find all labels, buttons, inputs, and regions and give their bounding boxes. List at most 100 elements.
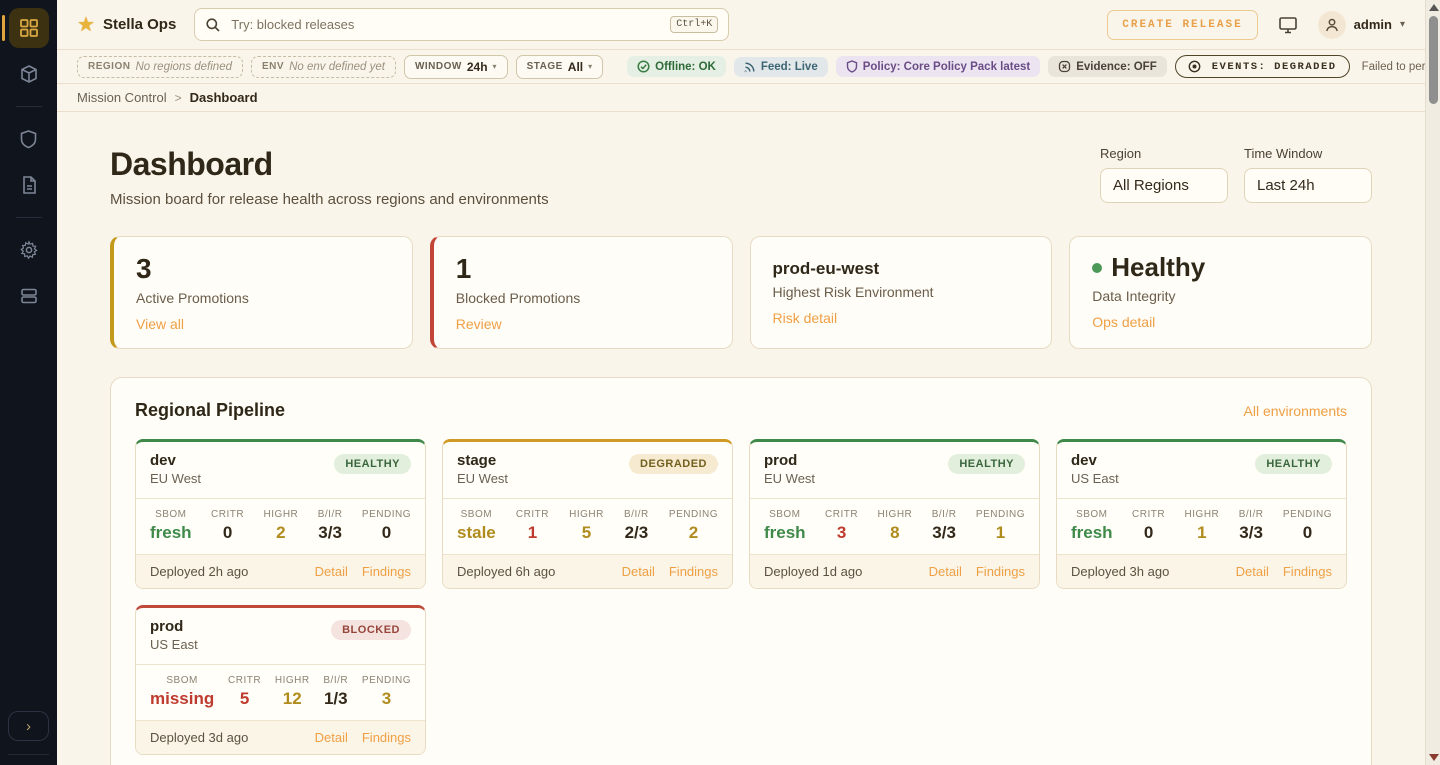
card-header: dev US East HEALTHY: [1057, 442, 1346, 498]
sidebar-item-settings[interactable]: [0, 230, 57, 270]
metric-highr: HIGHR1: [1185, 509, 1220, 543]
environment-name: stage: [457, 452, 508, 469]
breadcrumb-mission-control[interactable]: Mission Control: [77, 90, 167, 105]
metric-critr: CRITR1: [516, 509, 549, 543]
window-filter-pill[interactable]: WINDOW 24h ▾: [404, 55, 508, 79]
stat-card-highest-risk: prod-eu-west Highest Risk Environment Ri…: [750, 236, 1053, 349]
display-mode-button[interactable]: [1278, 16, 1298, 34]
global-search[interactable]: Ctrl+K: [194, 8, 729, 41]
card-footer: Deployed 3h ago Detail Findings: [1057, 555, 1346, 588]
page-title: Dashboard: [110, 146, 549, 183]
risk-detail-link[interactable]: Risk detail: [773, 310, 838, 326]
detail-link[interactable]: Detail: [622, 564, 655, 579]
card-metrics: SBOMmissing CRITR5 HIGHR12 B/I/R1/3 PEND…: [136, 664, 425, 721]
page-header: Dashboard Mission board for release heal…: [110, 146, 1372, 208]
create-release-button[interactable]: CREATE RELEASE: [1107, 10, 1257, 40]
region-name: EU West: [150, 471, 201, 486]
card-links: Detail Findings: [1236, 564, 1332, 579]
scrollbar-up-arrow[interactable]: [1429, 4, 1439, 11]
view-all-link[interactable]: View all: [136, 316, 184, 332]
environment-name: dev: [150, 452, 201, 469]
status-badge: HEALTHY: [1255, 454, 1332, 474]
window-scrollbar[interactable]: [1425, 0, 1440, 765]
sidebar-divider: [16, 106, 42, 107]
card-metrics: SBOMfresh CRITR0 HIGHR1 B/I/R3/3 PENDING…: [1057, 498, 1346, 555]
sidebar-item-dashboard[interactable]: [0, 8, 57, 48]
search-input[interactable]: [231, 17, 660, 32]
findings-link[interactable]: Findings: [1283, 564, 1332, 579]
pipeline-card-prod-eu-west: prod EU West HEALTHY SBOMfresh CRITR3 HI…: [749, 439, 1040, 589]
ops-detail-link[interactable]: Ops detail: [1092, 314, 1155, 330]
review-link[interactable]: Review: [456, 316, 502, 332]
metric-pending: PENDING0: [1283, 509, 1332, 543]
sidebar-item-releases[interactable]: [0, 54, 57, 94]
page-subtitle: Mission board for release health across …: [110, 191, 549, 208]
events-status-text: EVENTS: DEGRADED: [1212, 61, 1337, 73]
metric-pending: PENDING2: [669, 509, 718, 543]
card-env-block: prod EU West: [764, 452, 815, 486]
findings-link[interactable]: Findings: [669, 564, 718, 579]
region-select[interactable]: All Regions: [1100, 168, 1228, 203]
server-stack-icon: [9, 276, 49, 316]
scrollbar-down-arrow[interactable]: [1429, 754, 1439, 761]
findings-link[interactable]: Findings: [976, 564, 1025, 579]
card-footer: Deployed 3d ago Detail Findings: [136, 721, 425, 754]
card-metrics: SBOMfresh CRITR3 HIGHR8 B/I/R3/3 PENDING…: [750, 498, 1039, 555]
stage-filter-pill[interactable]: STAGE All ▾: [516, 55, 604, 79]
metric-critr: CRITR3: [825, 509, 858, 543]
env-pill-label: ENV: [262, 61, 284, 72]
events-target-icon: [1188, 60, 1201, 73]
region-name: US East: [1071, 471, 1119, 486]
stat-value: prod-eu-west: [773, 253, 1030, 279]
offline-status-pill[interactable]: Offline: OK: [627, 56, 726, 77]
metric-bir: B/I/R2/3: [624, 509, 649, 543]
top-header: ★ Stella Ops Ctrl+K CREATE RELEASE admin: [57, 0, 1425, 50]
user-name: admin: [1354, 17, 1392, 32]
card-links: Detail Findings: [929, 564, 1025, 579]
region-filter: Region All Regions: [1100, 146, 1228, 203]
evidence-status-pill[interactable]: Evidence: OFF: [1048, 56, 1167, 77]
detail-link[interactable]: Detail: [315, 564, 348, 579]
region-pill-value: No regions defined: [135, 61, 232, 73]
stat-card-data-integrity: Healthy Data Integrity Ops detail: [1069, 236, 1372, 349]
pipeline-card-dev-eu-west: dev EU West HEALTHY SBOMfresh CRITR0 HIG…: [135, 439, 426, 589]
metric-pending: PENDING0: [362, 509, 411, 543]
scrollbar-thumb[interactable]: [1429, 16, 1438, 104]
metric-bir: B/I/R3/3: [318, 509, 343, 543]
region-context-pill[interactable]: REGION No regions defined: [77, 56, 243, 78]
chevron-down-icon: ▾: [588, 62, 592, 71]
brand[interactable]: ★ Stella Ops: [77, 15, 176, 35]
findings-link[interactable]: Findings: [362, 730, 411, 745]
events-status-pill[interactable]: EVENTS: DEGRADED: [1175, 55, 1350, 78]
metric-sbom: SBOMfresh: [764, 509, 806, 543]
sidebar-collapse-button[interactable]: ›: [8, 711, 49, 741]
status-badge: DEGRADED: [629, 454, 718, 474]
status-badge: BLOCKED: [331, 620, 411, 640]
sidebar-item-security[interactable]: [0, 119, 57, 159]
monitor-icon: [1278, 16, 1298, 34]
policy-status-pill[interactable]: Policy: Core Policy Pack latest: [836, 56, 1040, 77]
metric-critr: CRITR0: [211, 509, 244, 543]
all-environments-link[interactable]: All environments: [1244, 403, 1348, 419]
detail-link[interactable]: Detail: [929, 564, 962, 579]
sidebar-item-documents[interactable]: [0, 165, 57, 205]
policy-status-text: Policy: Core Policy Pack latest: [863, 61, 1030, 73]
feed-status-pill[interactable]: Feed: Live: [734, 57, 828, 77]
findings-link[interactable]: Findings: [362, 564, 411, 579]
sidebar-item-infrastructure[interactable]: [0, 276, 57, 316]
sidebar-bottom-divider: [8, 754, 49, 755]
status-badge: HEALTHY: [334, 454, 411, 474]
detail-link[interactable]: Detail: [1236, 564, 1269, 579]
detail-link[interactable]: Detail: [315, 730, 348, 745]
stat-card-blocked-promotions: 1 Blocked Promotions Review: [430, 236, 733, 349]
metric-sbom: SBOMfresh: [1071, 509, 1113, 543]
pipeline-cards: dev EU West HEALTHY SBOMfresh CRITR0 HIG…: [135, 439, 1347, 755]
time-window-select[interactable]: Last 24h: [1244, 168, 1372, 203]
card-header: prod EU West HEALTHY: [750, 442, 1039, 498]
user-menu[interactable]: admin ▾: [1318, 11, 1405, 39]
pipeline-card-prod-us-east: prod US East BLOCKED SBOMmissing CRITR5 …: [135, 605, 426, 755]
env-context-pill[interactable]: ENV No env defined yet: [251, 56, 396, 78]
panel-header: Regional Pipeline All environments: [135, 400, 1347, 421]
card-header: prod US East BLOCKED: [136, 608, 425, 664]
deployed-text: Deployed 6h ago: [457, 564, 555, 579]
